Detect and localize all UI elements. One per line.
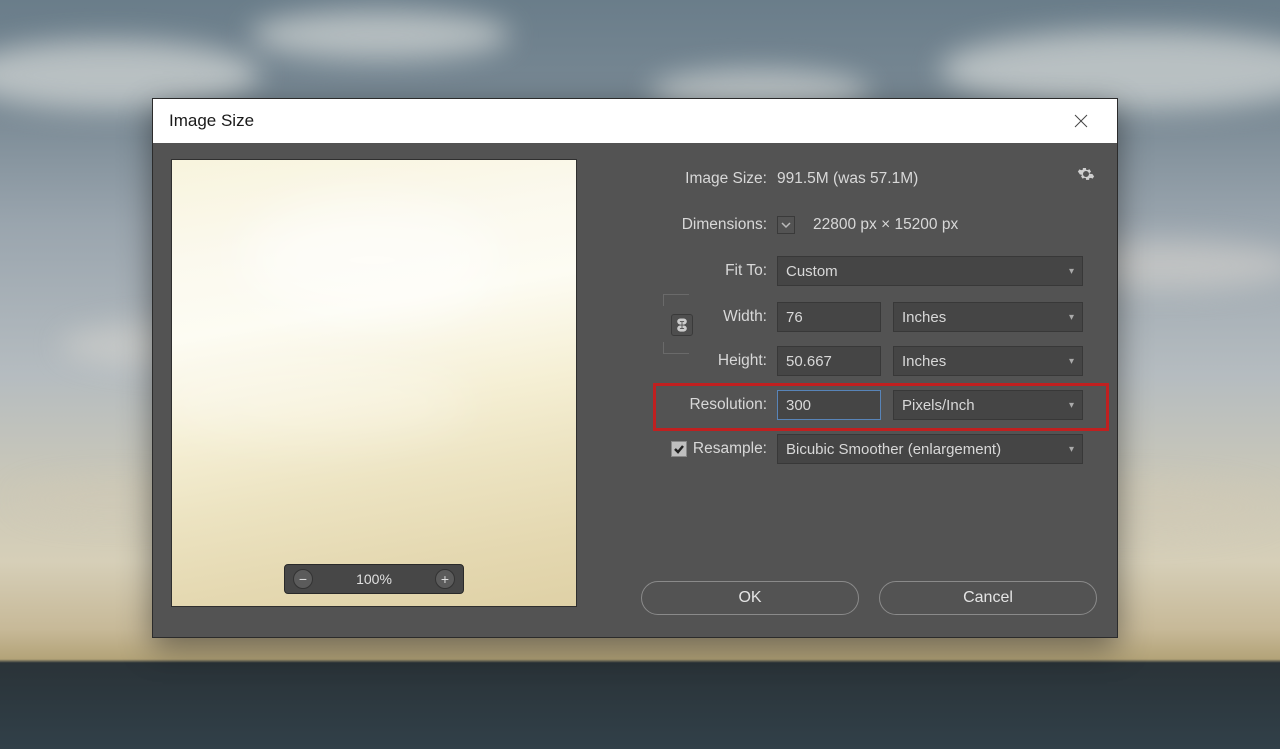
chevron-down-icon: ▾: [1069, 400, 1074, 411]
width-unit-select[interactable]: Inches▾: [893, 302, 1083, 332]
chevron-down-icon: ▾: [1069, 444, 1074, 455]
constrain-proportions-toggle[interactable]: [671, 314, 693, 336]
resample-method-select[interactable]: Bicubic Smoother (enlargement)▾: [777, 434, 1083, 464]
dialog-title: Image Size: [169, 111, 254, 131]
titlebar: Image Size: [153, 99, 1117, 143]
settings-gear-button[interactable]: [1077, 165, 1095, 188]
cancel-button[interactable]: Cancel: [879, 581, 1097, 615]
resample-label: Resample:: [693, 440, 767, 458]
fit-to-select[interactable]: Custom▾: [777, 256, 1083, 286]
zoom-value: 100%: [356, 571, 392, 587]
height-input[interactable]: 50.667: [777, 346, 881, 376]
link-dimensions: [663, 290, 701, 358]
image-size-label: Image Size:: [605, 170, 777, 188]
chain-link-icon: [676, 318, 688, 332]
image-size-dialog: Image Size − 100% + Image Size: 991.5M (…: [152, 98, 1118, 638]
ok-button[interactable]: OK: [641, 581, 859, 615]
width-input[interactable]: 76: [777, 302, 881, 332]
dimensions-label: Dimensions:: [605, 216, 777, 234]
chevron-down-icon: ▾: [1069, 312, 1074, 323]
resolution-label: Resolution:: [605, 396, 777, 414]
dimensions-value: 22800 px × 15200 px: [813, 216, 958, 234]
dimensions-unit-toggle[interactable]: [777, 216, 795, 234]
close-icon: [1074, 114, 1088, 128]
chevron-down-icon: [781, 220, 791, 230]
resolution-input[interactable]: 300: [777, 390, 881, 420]
image-preview[interactable]: − 100% +: [171, 159, 577, 607]
image-size-value: 991.5M (was 57.1M): [777, 170, 918, 188]
zoom-out-button[interactable]: −: [293, 569, 313, 589]
close-button[interactable]: [1061, 101, 1101, 141]
height-unit-select[interactable]: Inches▾: [893, 346, 1083, 376]
zoom-bar: − 100% +: [284, 564, 464, 594]
chevron-down-icon: ▾: [1069, 266, 1074, 277]
zoom-in-button[interactable]: +: [435, 569, 455, 589]
chevron-down-icon: ▾: [1069, 356, 1074, 367]
gear-icon: [1077, 165, 1095, 183]
resample-checkbox[interactable]: [671, 441, 687, 457]
fit-to-label: Fit To:: [605, 262, 777, 280]
check-icon: [673, 443, 685, 455]
resolution-unit-select[interactable]: Pixels/Inch▾: [893, 390, 1083, 420]
